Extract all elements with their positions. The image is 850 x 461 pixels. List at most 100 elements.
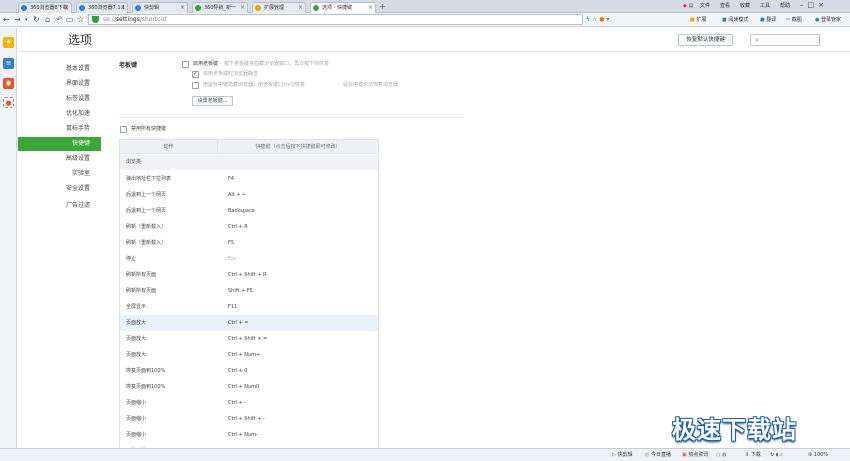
undo-close-icon[interactable]: ↶ bbox=[56, 15, 63, 25]
row-shortcut[interactable]: Ctrl + Shift + - bbox=[228, 411, 265, 427]
nav-optimize[interactable]: 优化加速 bbox=[18, 107, 101, 121]
nav-mouse-gestures[interactable]: 鼠标手势 bbox=[18, 122, 101, 136]
nav-basic-settings[interactable]: 基本设置 bbox=[18, 62, 101, 76]
status-live[interactable]: ◎ 今日直播 bbox=[645, 451, 671, 460]
nav-shortcuts[interactable]: 快捷键 bbox=[18, 137, 101, 151]
table-row[interactable]: 恢复页面到100% Ctrl + Num0 bbox=[120, 379, 378, 395]
table-row[interactable]: 页面缩小 Ctrl + Shift + - bbox=[120, 411, 378, 427]
nav-security[interactable]: 安全设置 bbox=[18, 182, 101, 196]
table-row[interactable]: 全屏显示 F11 bbox=[120, 299, 378, 315]
menu-view[interactable]: 查看 bbox=[720, 2, 730, 10]
disable-all-shortcuts-checkbox[interactable] bbox=[120, 126, 127, 133]
status-zoom[interactable]: ⊕ 100% bbox=[808, 451, 828, 460]
tab[interactable]: 扩展管理 × bbox=[252, 2, 306, 13]
nav-advanced[interactable]: 高级设置 bbox=[18, 152, 101, 166]
table-row[interactable]: 恢复页面到100% Ctrl + 0 bbox=[120, 363, 378, 379]
row-shortcut[interactable]: F11 bbox=[228, 299, 237, 315]
close-icon[interactable]: × bbox=[64, 3, 69, 13]
back-icon[interactable]: ← bbox=[3, 15, 10, 25]
table-row[interactable]: 停止 Esc bbox=[120, 251, 378, 267]
home-icon[interactable]: ⌂ bbox=[45, 15, 50, 25]
lightning-icon[interactable]: ϟ bbox=[586, 16, 590, 23]
close-icon[interactable]: × bbox=[240, 3, 245, 13]
circle-icon[interactable]: ◌ bbox=[716, 452, 720, 458]
nav-interface-settings[interactable]: 界面设置 bbox=[18, 77, 101, 91]
table-row[interactable]: 刷新所有页面 Ctrl + Shift + R bbox=[120, 267, 378, 283]
tab[interactable]: 360浏览器7.1.1 × bbox=[76, 2, 128, 13]
refresh-icon[interactable]: ↻ bbox=[33, 15, 40, 25]
tab[interactable]: 360导航_新一 × bbox=[192, 2, 248, 13]
menu-tools[interactable]: 工具 bbox=[760, 2, 770, 10]
login-button[interactable]: ● 登录管家 bbox=[815, 15, 841, 25]
close-icon[interactable]: × bbox=[120, 3, 125, 13]
row-shortcut[interactable]: Ctrl + Num0 bbox=[228, 379, 259, 395]
row-shortcut[interactable]: Esc bbox=[228, 251, 237, 267]
new-tab-button[interactable]: + bbox=[379, 3, 386, 11]
status-news[interactable]: ▣ 热点资讯 bbox=[682, 451, 708, 460]
bell-icon[interactable]: ● bbox=[599, 16, 604, 23]
menu-favorites[interactable]: 收藏 bbox=[740, 2, 750, 10]
chevron-down-icon[interactable]: ▾ bbox=[606, 16, 609, 23]
table-row[interactable]: 页面放大 Ctrl + = bbox=[120, 315, 378, 331]
row-shortcut[interactable]: Ctrl + Shift + = bbox=[228, 331, 267, 347]
table-row[interactable]: 页面放大 Ctrl + Shift + = bbox=[120, 331, 378, 347]
list-icon[interactable]: ≡ bbox=[3, 58, 14, 69]
nav-ad-filter[interactable]: 广告过滤 bbox=[18, 199, 101, 213]
row-shortcut[interactable]: F5 bbox=[228, 235, 234, 251]
window-controls[interactable]: –□× bbox=[800, 1, 828, 9]
clip-icon[interactable]: ● bbox=[3, 97, 14, 108]
close-window-icon[interactable]: × bbox=[818, 1, 828, 9]
row-shortcut[interactable]: Shift + F5 bbox=[228, 283, 253, 299]
row-shortcut[interactable]: Ctrl + Num- bbox=[228, 427, 258, 443]
middle-click-hide-checkbox[interactable] bbox=[192, 82, 199, 89]
row-shortcut[interactable]: Ctrl + - bbox=[228, 395, 246, 411]
table-row[interactable]: 刷新所有页面 Shift + F5 bbox=[120, 283, 378, 299]
close-icon[interactable]: × bbox=[180, 3, 185, 13]
translate-button[interactable]: ■ 翻译 bbox=[760, 15, 776, 25]
table-row[interactable]: 刷新（重新载入） Ctrl + R bbox=[120, 219, 378, 235]
extension-button[interactable]: ■ 扩展 bbox=[690, 15, 706, 25]
menu-help[interactable]: 帮助 bbox=[780, 2, 790, 10]
row-shortcut[interactable]: Ctrl + 0 bbox=[228, 363, 247, 379]
maximize-icon[interactable]: □ bbox=[808, 1, 819, 9]
close-icon[interactable]: × bbox=[368, 3, 373, 13]
zoom-icon[interactable]: ⌕ bbox=[780, 452, 783, 458]
nav-tab-settings[interactable]: 标签设置 bbox=[18, 92, 101, 106]
read-mode-button[interactable]: ■ 阅读模式 bbox=[722, 15, 748, 25]
skin-icon[interactable]: ◆ bbox=[683, 3, 687, 9]
forward-icon[interactable]: → bbox=[14, 15, 21, 25]
globe-icon[interactable]: ◍ bbox=[722, 452, 726, 458]
table-row[interactable]: 后退到上一个网页 Alt + ← bbox=[120, 187, 378, 203]
row-shortcut[interactable]: Ctrl + Shift + R bbox=[228, 267, 266, 283]
reset-shortcuts-button[interactable]: 恢复默认快捷键 bbox=[678, 34, 733, 46]
tab[interactable]: 快剪辑 × bbox=[132, 2, 188, 13]
dropdown-chevron-down-icon[interactable]: ▾ bbox=[25, 15, 28, 25]
row-shortcut[interactable]: Ctrl + = bbox=[228, 315, 248, 331]
close-icon[interactable]: × bbox=[298, 3, 303, 13]
screenshot-button[interactable]: ✂ 截图 bbox=[786, 15, 802, 25]
favorite-star-icon[interactable]: ☆ bbox=[77, 15, 84, 25]
search-input[interactable]: ⌕ bbox=[750, 34, 820, 46]
set-boss-key-button[interactable]: 设置老板键... bbox=[192, 96, 233, 106]
row-shortcut[interactable]: Alt + ← bbox=[228, 187, 246, 203]
save-icon[interactable]: ▭ bbox=[66, 15, 74, 25]
menu-file[interactable]: 文件 bbox=[700, 2, 710, 10]
row-shortcut[interactable]: F4 bbox=[228, 171, 234, 187]
star-outline-icon[interactable]: ☆ bbox=[592, 16, 597, 23]
row-shortcut[interactable]: Backspace bbox=[228, 203, 255, 219]
enable-boss-key-checkbox[interactable] bbox=[182, 61, 189, 68]
nav-lab[interactable]: 实验室 bbox=[18, 167, 101, 181]
row-shortcut[interactable]: Ctrl + R bbox=[228, 219, 248, 235]
table-row[interactable]: 页面缩小 Ctrl + - bbox=[120, 395, 378, 411]
table-row[interactable]: 页面放大 Ctrl + Num+ bbox=[120, 347, 378, 363]
table-row[interactable]: 后退到上一个网页 Backspace bbox=[120, 203, 378, 219]
status-download[interactable]: ⬇ 下载 bbox=[745, 451, 761, 460]
table-row[interactable]: 页面缩小 Ctrl + Num- bbox=[120, 427, 378, 443]
row-shortcut[interactable]: Ctrl + Num+ bbox=[228, 347, 260, 363]
sound-icon[interactable]: ◖ bbox=[776, 452, 779, 458]
minimize-icon[interactable]: – bbox=[800, 1, 808, 9]
status-clip[interactable]: ▷ 快剪辑 bbox=[612, 451, 632, 460]
refresh-small-icon[interactable]: ↻ bbox=[770, 452, 774, 458]
mute-on-boss-key-checkbox[interactable] bbox=[192, 70, 199, 78]
weibo-icon[interactable]: ◉ bbox=[3, 78, 14, 89]
